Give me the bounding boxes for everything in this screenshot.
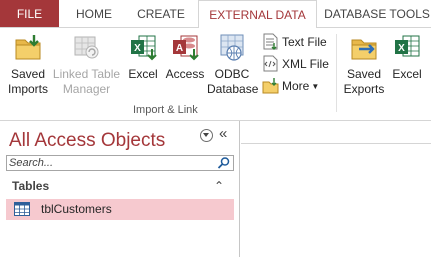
odbc-label-1: ODBC (214, 67, 250, 81)
tab-external-data[interactable]: EXTERNAL DATA (198, 0, 317, 28)
odbc-database-icon (220, 34, 244, 61)
tables-section-label: Tables (12, 179, 50, 193)
odbc-label-2: Database (207, 82, 259, 96)
navigation-pane: All Access Objects « Tables ⌃ tblCustome… (0, 121, 240, 257)
text-file-button[interactable]: Text File (262, 32, 327, 52)
nav-menu-dropdown-icon[interactable] (200, 129, 213, 142)
saved-exports-button[interactable]: Saved Exports (342, 31, 386, 97)
tables-section-header[interactable]: Tables ⌃ (6, 178, 234, 197)
saved-exports-icon (351, 39, 377, 60)
excel-import-label: Excel (128, 67, 158, 81)
svg-text:A: A (176, 43, 183, 54)
nav-search-input[interactable] (7, 156, 213, 170)
saved-exports-label-1: Saved (346, 67, 382, 81)
tab-create[interactable]: CREATE (126, 0, 196, 27)
svg-text:X: X (398, 43, 405, 54)
table-icon (14, 202, 30, 216)
nav-item-label: tblCustomers (41, 202, 112, 216)
linked-table-manager-label-1: Linked Table (52, 67, 121, 81)
more-button[interactable]: More ▼ (262, 76, 319, 96)
shutter-bar-collapse-button[interactable]: « (219, 125, 227, 142)
nav-item-tblcustomers[interactable]: tblCustomers (6, 199, 234, 220)
access-icon: A (173, 35, 199, 61)
group-separator (336, 34, 337, 112)
chevron-down-icon: ▼ (311, 82, 320, 91)
ribbon-tab-row: FILE HOME CREATE EXTERNAL DATA DATABASE … (0, 0, 431, 28)
nav-search-box (6, 155, 234, 171)
xml-file-label: XML File (282, 57, 329, 71)
excel-export-button[interactable]: X Excel (388, 31, 426, 82)
collapse-section-icon[interactable]: ⌃ (214, 179, 224, 193)
ribbon: Saved Imports Linked Table Manager X Exc… (0, 27, 431, 121)
saved-imports-label-1: Saved (10, 67, 46, 81)
linked-table-manager-label-2: Manager (62, 82, 111, 96)
access-import-label: Access (165, 67, 205, 81)
search-icon[interactable] (215, 156, 233, 170)
excel-icon: X (131, 35, 157, 61)
svg-text:X: X (134, 43, 141, 54)
odbc-database-button[interactable]: ODBC Database (207, 31, 259, 97)
saved-exports-label-2: Exports (343, 82, 385, 96)
text-file-icon (263, 33, 278, 51)
excel-export-icon: X (395, 35, 420, 57)
linked-table-manager-icon (74, 36, 98, 59)
excel-import-button[interactable]: X Excel (124, 31, 162, 82)
access-import-button[interactable]: A Access (164, 31, 206, 82)
xml-file-icon (263, 55, 278, 72)
tab-home[interactable]: HOME (64, 0, 124, 27)
tab-file[interactable]: FILE (0, 0, 59, 27)
group-label-import-link: Import & Link (133, 104, 198, 116)
saved-imports-label-2: Imports (7, 82, 48, 96)
excel-export-label: Excel (392, 67, 422, 81)
nav-pane-title[interactable]: All Access Objects (9, 130, 165, 152)
document-tab-strip (241, 121, 431, 144)
document-work-area (241, 121, 431, 257)
more-label: More (282, 79, 310, 93)
saved-imports-button[interactable]: Saved Imports (6, 31, 50, 97)
linked-table-manager-button[interactable]: Linked Table Manager (51, 31, 122, 97)
tab-database-tools[interactable]: DATABASE TOOLS (323, 0, 431, 27)
text-file-label: Text File (282, 35, 327, 49)
more-import-icon (262, 78, 279, 94)
xml-file-button[interactable]: XML File (262, 54, 329, 74)
saved-imports-icon (15, 35, 41, 60)
